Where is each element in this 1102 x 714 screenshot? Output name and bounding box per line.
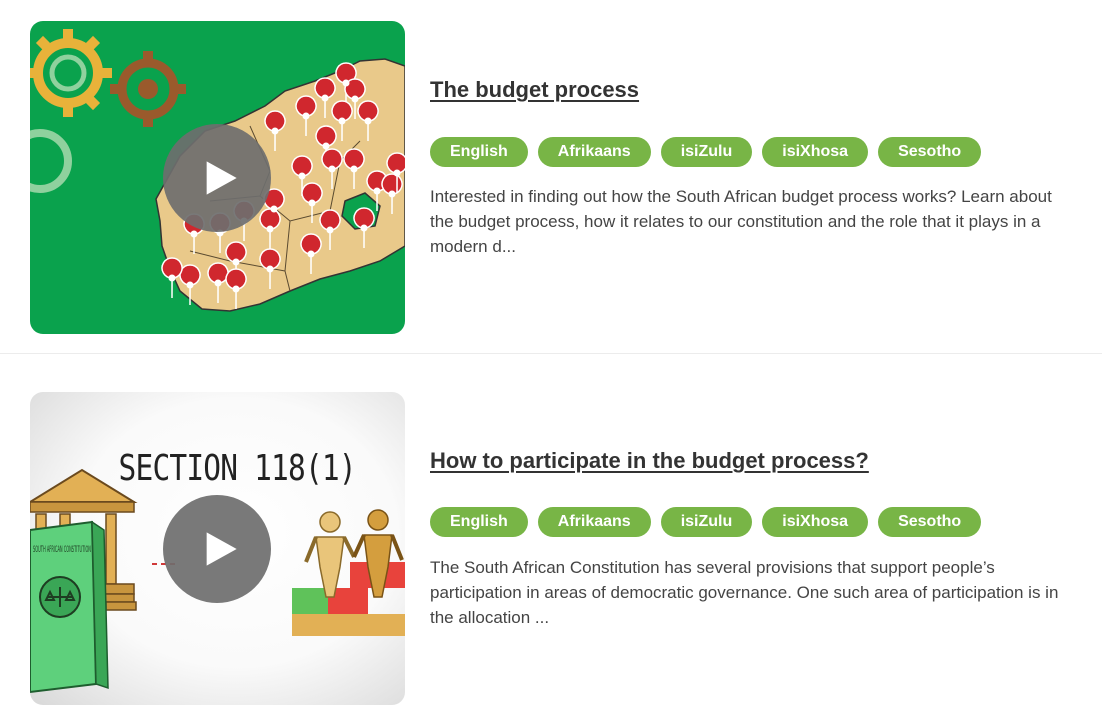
language-tag-isizulu[interactable]: isiZulu: [660, 137, 753, 167]
video-card: The budget process English Afrikaans isi…: [0, 0, 1102, 353]
language-tag-english[interactable]: English: [430, 507, 528, 537]
thumbnail-book-text: SOUTH AFRICAN CONSTITUTION: [33, 545, 91, 555]
language-tag-isixhosa[interactable]: isiXhosa: [762, 507, 869, 537]
video-title[interactable]: How to participate in the budget process…: [430, 448, 869, 474]
play-button[interactable]: [163, 495, 271, 603]
video-description: Interested in finding out how the South …: [430, 187, 1052, 256]
video-description: The South African Constitution has sever…: [430, 558, 1059, 627]
play-button[interactable]: [163, 124, 271, 232]
language-tag-sesotho[interactable]: Sesotho: [878, 507, 982, 537]
video-thumbnail[interactable]: SECTION 118(1) SOUTH AFRICAN CONSTITUTIO…: [30, 392, 405, 705]
language-tag-afrikaans[interactable]: Afrikaans: [537, 507, 651, 537]
video-title[interactable]: The budget process: [430, 77, 639, 103]
language-tag-sesotho[interactable]: Sesotho: [878, 137, 982, 167]
thumbnail-section-text: SECTION 118(1): [119, 446, 356, 489]
language-tags: English Afrikaans isiZulu isiXhosa Sesot…: [430, 137, 982, 167]
play-icon: [206, 161, 237, 195]
language-tags: English Afrikaans isiZulu isiXhosa Sesot…: [430, 507, 982, 537]
language-tag-afrikaans[interactable]: Afrikaans: [537, 137, 651, 167]
video-thumbnail[interactable]: [30, 21, 405, 334]
language-tag-isizulu[interactable]: isiZulu: [660, 507, 753, 537]
language-tag-isixhosa[interactable]: isiXhosa: [762, 137, 869, 167]
video-card: SECTION 118(1) SOUTH AFRICAN CONSTITUTIO…: [0, 354, 1102, 714]
language-tag-english[interactable]: English: [430, 137, 528, 167]
play-icon: [206, 532, 237, 566]
